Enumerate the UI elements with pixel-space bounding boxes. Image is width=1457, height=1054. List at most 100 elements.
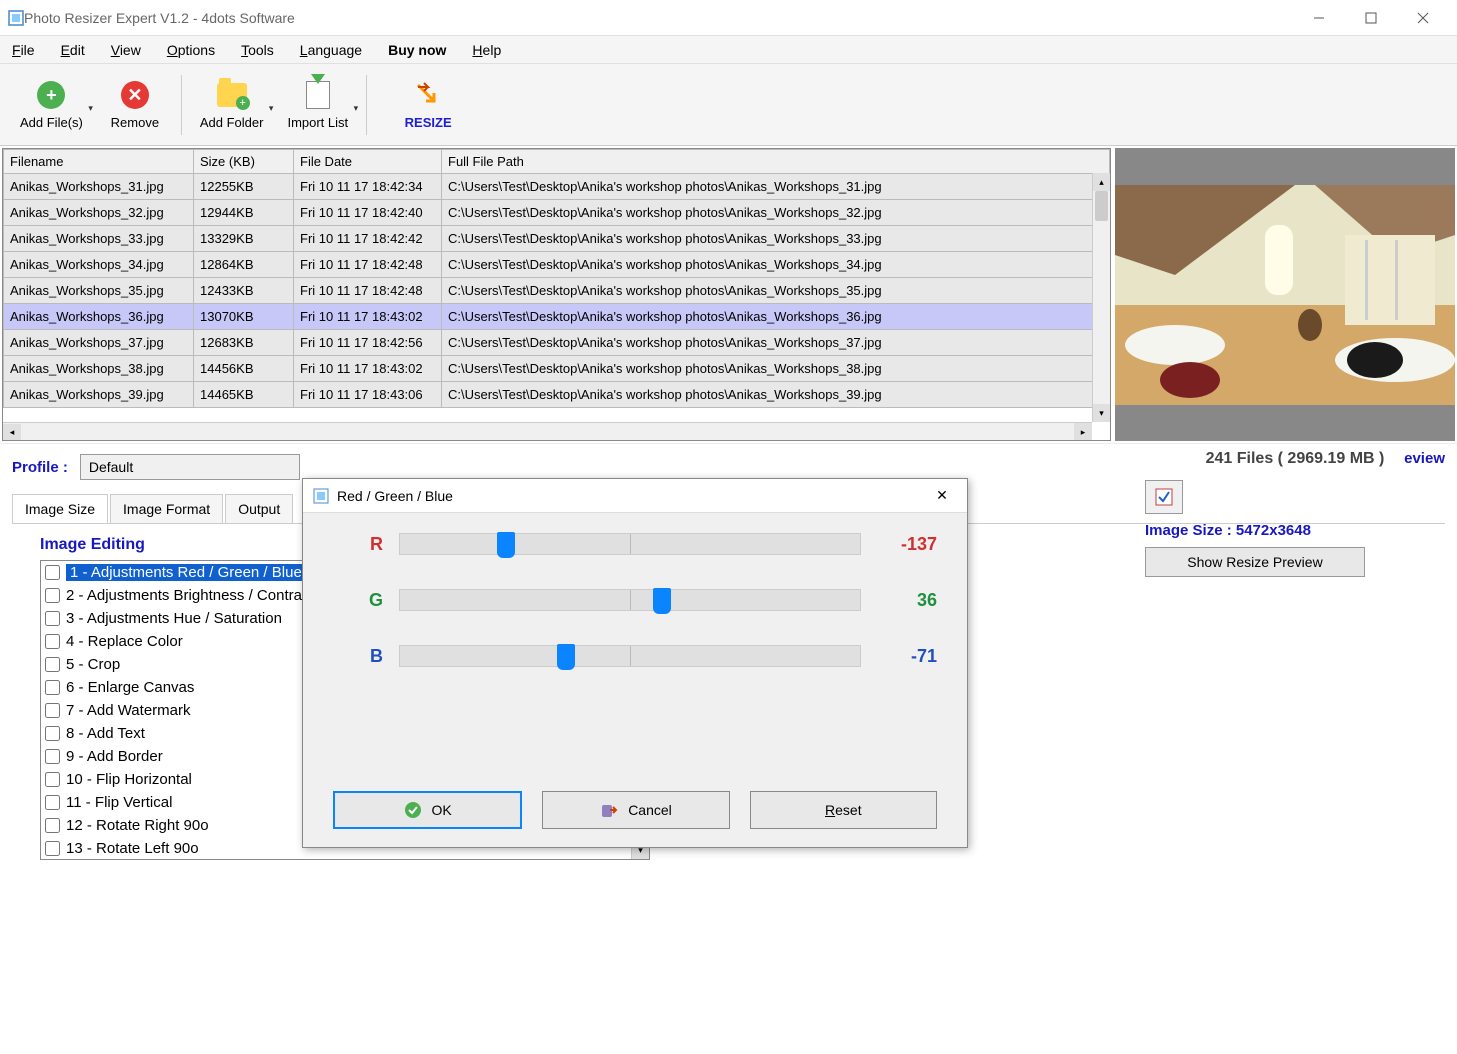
import-icon xyxy=(306,81,330,109)
add-files-button[interactable]: + Add File(s) ▾ xyxy=(8,75,95,134)
menu-options[interactable]: Options xyxy=(167,42,215,58)
cell-path: C:\Users\Test\Desktop\Anika's workshop p… xyxy=(442,356,1110,382)
reset-button[interactable]: Reset xyxy=(750,791,937,829)
col-path[interactable]: Full File Path xyxy=(442,150,1110,174)
cell-path: C:\Users\Test\Desktop\Anika's workshop p… xyxy=(442,252,1110,278)
cell-size: 14465KB xyxy=(194,382,294,408)
list-checkbox[interactable] xyxy=(45,703,60,718)
table-row[interactable]: Anikas_Workshops_34.jpg12864KBFri 10 11 … xyxy=(4,252,1110,278)
list-checkbox[interactable] xyxy=(45,565,60,580)
scroll-right-icon[interactable]: ▸ xyxy=(1074,423,1092,441)
table-row[interactable]: Anikas_Workshops_39.jpg14465KBFri 10 11 … xyxy=(4,382,1110,408)
import-list-button[interactable]: Import List ▾ xyxy=(275,75,360,134)
resize-button[interactable]: RESIZE xyxy=(373,75,483,134)
cell-size: 12683KB xyxy=(194,330,294,356)
cell-date: Fri 10 11 17 18:42:48 xyxy=(294,252,442,278)
g-slider[interactable] xyxy=(399,589,861,611)
col-size[interactable]: Size (KB) xyxy=(194,150,294,174)
list-checkbox[interactable] xyxy=(45,726,60,741)
remove-button[interactable]: ✕ Remove xyxy=(95,75,175,134)
list-checkbox[interactable] xyxy=(45,749,60,764)
dropdown-arrow-icon[interactable]: ▾ xyxy=(269,103,274,114)
cell-date: Fri 10 11 17 18:43:02 xyxy=(294,304,442,330)
col-filename[interactable]: Filename xyxy=(4,150,194,174)
file-table[interactable]: Filename Size (KB) File Date Full File P… xyxy=(2,148,1111,441)
menubar: File Edit View Options Tools Language Bu… xyxy=(0,36,1457,64)
cell-filename: Anikas_Workshops_37.jpg xyxy=(4,330,194,356)
b-slider[interactable] xyxy=(399,645,861,667)
dropdown-arrow-icon[interactable]: ▾ xyxy=(354,103,359,114)
menu-file[interactable]: File xyxy=(12,42,35,58)
list-checkbox[interactable] xyxy=(45,772,60,787)
show-resize-preview-button[interactable]: Show Resize Preview xyxy=(1145,547,1365,577)
cell-size: 12255KB xyxy=(194,174,294,200)
cell-size: 12864KB xyxy=(194,252,294,278)
ok-button[interactable]: OK xyxy=(333,791,522,829)
scroll-down-icon[interactable]: ▾ xyxy=(1093,404,1110,422)
list-checkbox[interactable] xyxy=(45,680,60,695)
cancel-button[interactable]: Cancel xyxy=(542,791,729,829)
scroll-up-icon[interactable]: ▴ xyxy=(1093,173,1110,191)
cancel-icon xyxy=(600,801,618,819)
menu-buy-now[interactable]: Buy now xyxy=(388,42,446,58)
list-checkbox[interactable] xyxy=(45,588,60,603)
table-row[interactable]: Anikas_Workshops_36.jpg13070KBFri 10 11 … xyxy=(4,304,1110,330)
maximize-button[interactable] xyxy=(1345,0,1397,36)
menu-help[interactable]: Help xyxy=(472,42,501,58)
table-row[interactable]: Anikas_Workshops_35.jpg12433KBFri 10 11 … xyxy=(4,278,1110,304)
list-checkbox[interactable] xyxy=(45,795,60,810)
list-checkbox[interactable] xyxy=(45,611,60,626)
slider-thumb[interactable] xyxy=(653,588,671,614)
cell-filename: Anikas_Workshops_33.jpg xyxy=(4,226,194,252)
cell-date: Fri 10 11 17 18:42:42 xyxy=(294,226,442,252)
tab-image-size[interactable]: Image Size xyxy=(12,494,108,523)
dropdown-arrow-icon[interactable]: ▾ xyxy=(88,103,93,114)
preview-image xyxy=(1115,185,1455,405)
cell-size: 12433KB xyxy=(194,278,294,304)
list-item-label: 5 - Crop xyxy=(66,656,120,673)
r-slider[interactable] xyxy=(399,533,861,555)
add-folder-button[interactable]: + Add Folder ▾ xyxy=(188,75,276,134)
scroll-left-icon[interactable]: ◂ xyxy=(3,424,21,442)
titlebar: Photo Resizer Expert V1.2 - 4dots Softwa… xyxy=(0,0,1457,36)
vertical-scrollbar[interactable]: ▴ ▾ xyxy=(1092,173,1110,422)
horizontal-scrollbar[interactable]: ◂ ▸ xyxy=(3,422,1092,440)
list-item-label: 10 - Flip Horizontal xyxy=(66,771,192,788)
list-item-label: 11 - Flip Vertical xyxy=(66,794,172,811)
list-checkbox[interactable] xyxy=(45,818,60,833)
list-checkbox[interactable] xyxy=(45,634,60,649)
list-item-label: 6 - Enlarge Canvas xyxy=(66,679,194,696)
menu-edit[interactable]: Edit xyxy=(61,42,85,58)
window-title: Photo Resizer Expert V1.2 - 4dots Softwa… xyxy=(24,10,1293,26)
table-row[interactable]: Anikas_Workshops_33.jpg13329KBFri 10 11 … xyxy=(4,226,1110,252)
table-row[interactable]: Anikas_Workshops_32.jpg12944KBFri 10 11 … xyxy=(4,200,1110,226)
table-row[interactable]: Anikas_Workshops_37.jpg12683KBFri 10 11 … xyxy=(4,330,1110,356)
toolbar-separator xyxy=(366,75,367,135)
minimize-button[interactable] xyxy=(1293,0,1345,36)
cell-size: 14456KB xyxy=(194,356,294,382)
tab-output[interactable]: Output xyxy=(225,494,293,523)
tab-image-format[interactable]: Image Format xyxy=(110,494,223,523)
scroll-thumb[interactable] xyxy=(1095,191,1108,221)
check-toggle[interactable] xyxy=(1145,480,1183,514)
menu-language[interactable]: Language xyxy=(300,42,362,58)
dialog-close-button[interactable]: ✕ xyxy=(927,487,957,504)
col-date[interactable]: File Date xyxy=(294,150,442,174)
list-checkbox[interactable] xyxy=(45,841,60,856)
r-value: -137 xyxy=(877,534,937,555)
table-row[interactable]: Anikas_Workshops_31.jpg12255KBFri 10 11 … xyxy=(4,174,1110,200)
cell-date: Fri 10 11 17 18:43:02 xyxy=(294,356,442,382)
plus-icon: + xyxy=(37,81,65,109)
profile-combo[interactable]: Default xyxy=(80,454,300,480)
dialog-titlebar[interactable]: Red / Green / Blue ✕ xyxy=(303,479,967,513)
list-checkbox[interactable] xyxy=(45,657,60,672)
cell-date: Fri 10 11 17 18:42:40 xyxy=(294,200,442,226)
cell-filename: Anikas_Workshops_39.jpg xyxy=(4,382,194,408)
slider-thumb[interactable] xyxy=(557,644,575,670)
check-icon xyxy=(404,801,422,819)
menu-tools[interactable]: Tools xyxy=(241,42,274,58)
close-button[interactable] xyxy=(1397,0,1449,36)
table-row[interactable]: Anikas_Workshops_38.jpg14456KBFri 10 11 … xyxy=(4,356,1110,382)
menu-view[interactable]: View xyxy=(111,42,141,58)
slider-thumb[interactable] xyxy=(497,532,515,558)
